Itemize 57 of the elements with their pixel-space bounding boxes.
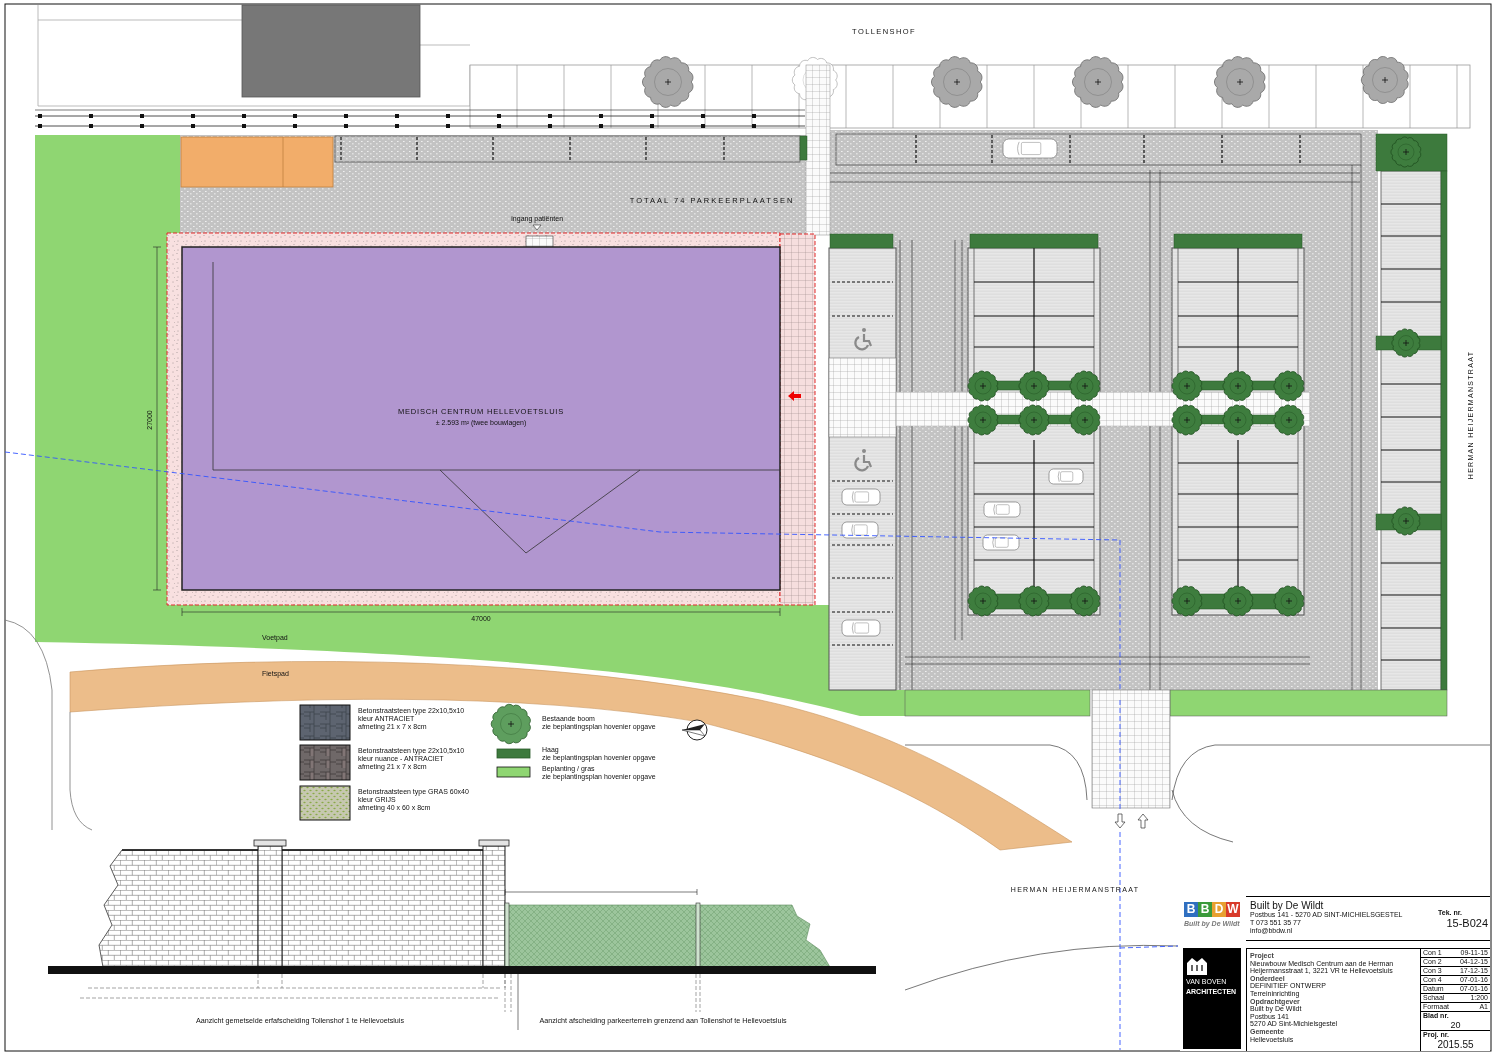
tree-icon [1069,370,1101,402]
house-logo-icon [1186,956,1208,976]
paving-swatch [299,744,351,781]
tree-icon [1171,404,1203,436]
tree-icon [1069,585,1101,617]
entrance-mat [525,235,554,248]
hedge [799,135,808,161]
logo-letter: B [1184,902,1198,917]
car-icon [841,619,881,637]
arrow-down-icon [1114,813,1126,829]
hedge [829,233,894,249]
paving-swatch [299,704,351,741]
tree-icon [967,404,999,436]
logo-letter: D [1212,902,1226,917]
entrance-arrow-icon [788,391,801,401]
car-icon [841,521,879,539]
tree-icon [1222,404,1254,436]
car-icon [1048,468,1084,485]
company-name: Built by De Wildt [1250,900,1324,911]
tree-icon [1072,56,1124,108]
wheelchair-icon [854,449,873,472]
tree-icon [642,56,694,108]
sheet-number: 20 [1450,1020,1461,1030]
grass-swatch [496,766,531,778]
tree-icon [1171,370,1203,402]
tree-icon [1018,585,1050,617]
north-arrow-icon [681,719,708,741]
tree-icon [1273,404,1305,436]
logo-letter: W [1226,902,1240,917]
tree-icon [931,56,983,108]
tree-icon [1214,56,1266,108]
arrow-up-icon [1137,813,1149,829]
hedge-swatch [496,748,531,759]
tree-icon [1390,136,1422,168]
tree-icon [967,370,999,402]
tree-icon [1391,328,1421,358]
tree-icon [1273,585,1305,617]
car-icon [983,501,1021,518]
tree-icon [1171,585,1203,617]
car-icon [982,534,1020,551]
logo-letter: B [1198,902,1212,917]
tree-icon [1222,370,1254,402]
tree-icon [1222,585,1254,617]
wheelchair-icon [854,328,873,351]
grass-tile-swatch [299,785,351,821]
project-number: 2015.55 [1437,1039,1474,1050]
drawing-number: 15-B024 [1446,917,1488,929]
car-icon [841,488,881,506]
tree-icon [490,703,531,745]
car-icon [1002,138,1058,159]
tree-icon [1069,404,1101,436]
tree-icon [1018,404,1050,436]
tree-icon [1018,370,1050,402]
tree-icon [1360,56,1409,104]
tree-icon [1391,506,1421,536]
tree-icon [1273,370,1305,402]
tree-icon [967,585,999,617]
